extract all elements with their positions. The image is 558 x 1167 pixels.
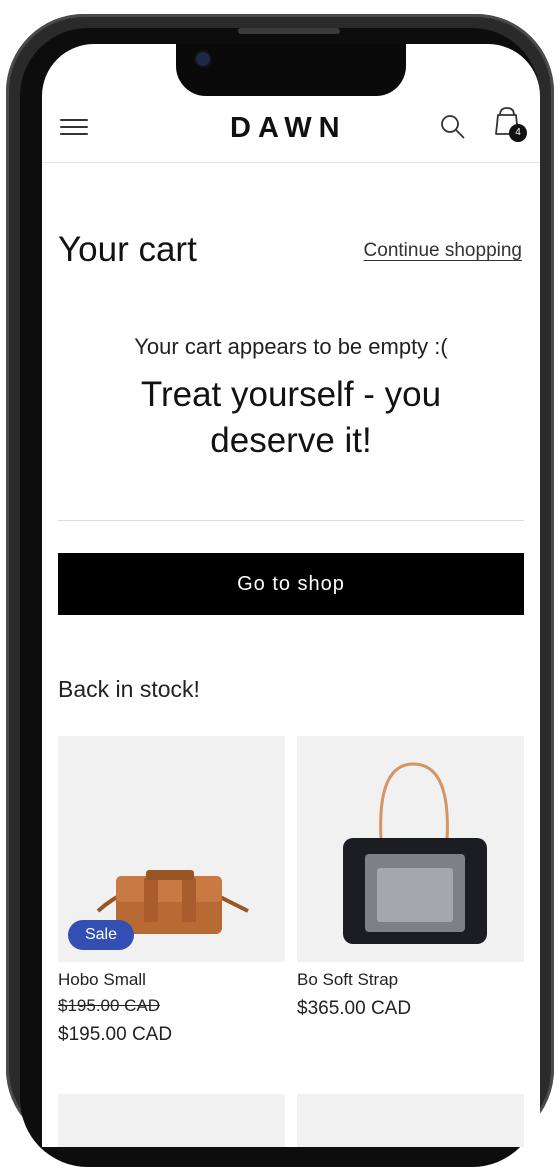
go-to-shop-button[interactable]: Go to shop [58,553,524,615]
phone-frame: DAWN 4 Your cart Continue shopping Your … [0,0,558,1167]
screen: DAWN 4 Your cart Continue shopping Your … [42,44,540,1147]
product-price: $195.00 CAD [58,1024,173,1045]
store-logo[interactable]: DAWN [230,112,347,145]
sale-badge: Sale [68,920,134,950]
phone-speaker [238,28,340,34]
front-camera [196,52,210,66]
phone-notch [176,44,406,96]
compare-at-price: $195.00 CAD [58,996,161,1015]
store-header: DAWN 4 [42,107,540,163]
section-title: Back in stock! [58,676,200,702]
empty-cart-tagline: Treat yourself - you deserve it! [140,375,442,460]
cart-button[interactable]: 4 [492,106,528,142]
empty-cart-message: Your cart appears to be empty :( [134,334,448,359]
divider [58,520,524,521]
page-title: Your cart [58,230,197,269]
product-image[interactable] [297,736,524,962]
continue-shopping-link[interactable]: Continue shopping [364,240,522,262]
search-icon[interactable] [440,114,466,140]
product-card-partial[interactable] [58,1094,285,1147]
product-name[interactable]: Bo Soft Strap [297,970,524,990]
product-card-partial[interactable] [297,1094,524,1147]
product-name[interactable]: Hobo Small [58,970,285,990]
hamburger-icon[interactable] [60,114,88,140]
handbag-image [343,762,487,944]
product-card-hobo-small[interactable]: Sale Hobo Small $195.00 CAD $195.00 CAD [58,736,285,1046]
product-price: $365.00 CAD [297,998,412,1019]
cart-count-badge: 4 [509,124,527,142]
product-image[interactable]: Sale [58,736,285,962]
product-card-bo-soft-strap[interactable]: Bo Soft Strap $365.00 CAD [297,736,524,1020]
